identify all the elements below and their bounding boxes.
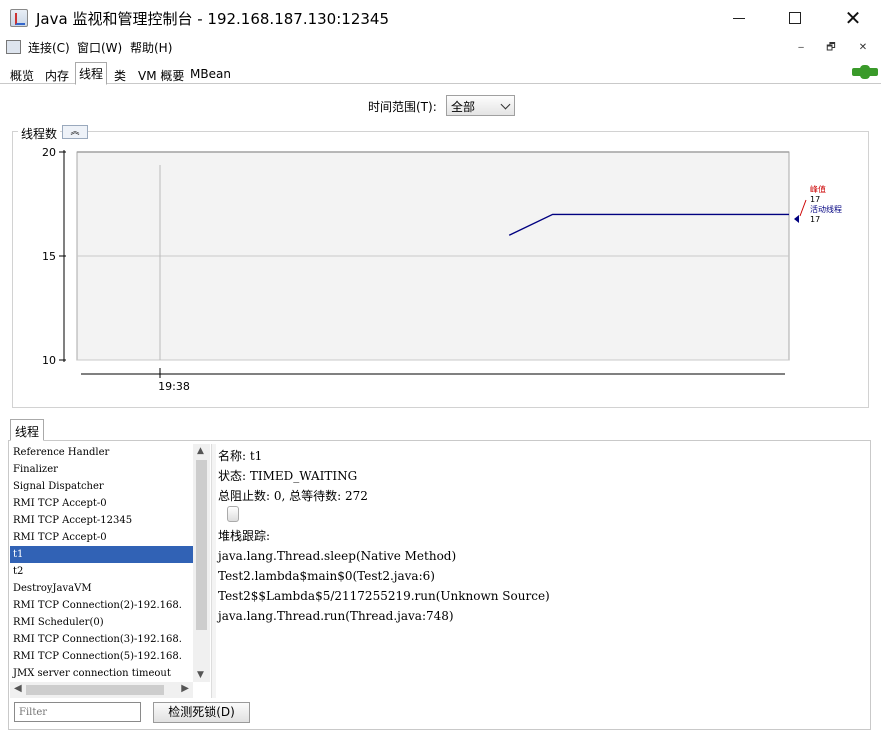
- stack-frame: java.lang.Thread.run(Thread.java:748): [218, 609, 454, 623]
- thread-counts: 总阻止数: 0, 总等待数: 272: [218, 489, 368, 503]
- thread-details: 名称: t1 状态: TIMED_WAITING 总阻止数: 0, 总等待数: …: [218, 446, 868, 626]
- thread-list-vertical-scrollbar[interactable]: ▲ ▼: [193, 444, 210, 682]
- stack-frame: Test2$$Lambda$5/2117255219.run(Unknown S…: [218, 589, 550, 603]
- thread-list-item[interactable]: RMI Scheduler(0): [10, 614, 193, 631]
- scroll-left-icon[interactable]: ◀: [14, 683, 22, 694]
- drag-handle-icon[interactable]: [227, 506, 239, 522]
- legend-peak-pointer: [799, 199, 807, 217]
- thread-list-item[interactable]: JMX server connection timeout: [10, 665, 193, 682]
- thread-count-chart: 20151019:38峰值17活动线程17: [42, 146, 842, 393]
- detect-deadlock-button[interactable]: 检测死锁(D): [153, 702, 250, 723]
- thread-list-item[interactable]: Signal Dispatcher: [10, 478, 193, 495]
- x-tick-label: 19:38: [158, 380, 190, 393]
- thread-list-item[interactable]: Reference Handler: [10, 444, 193, 461]
- stack-frame: Test2.lambda$main$0(Test2.java:6): [218, 569, 435, 583]
- thread-list-item[interactable]: RMI TCP Accept-0: [10, 529, 193, 546]
- thread-list-item[interactable]: RMI TCP Accept-0: [10, 495, 193, 512]
- scroll-up-icon[interactable]: ▲: [197, 446, 204, 456]
- thread-state: 状态: TIMED_WAITING: [218, 469, 358, 483]
- legend-marker-icon: [794, 215, 799, 223]
- tab-threads-list[interactable]: 线程: [10, 419, 44, 441]
- thread-list-item[interactable]: t2: [10, 563, 193, 580]
- thread-name: 名称: t1: [218, 449, 263, 463]
- thread-list-item[interactable]: t1: [10, 546, 193, 563]
- legend-peak-value: 17: [810, 195, 820, 204]
- thread-list-item[interactable]: RMI TCP Connection(5)-192.168.: [10, 648, 193, 665]
- scroll-right-icon[interactable]: ▶: [181, 683, 189, 694]
- thread-list-item[interactable]: DestroyJavaVM: [10, 580, 193, 597]
- thread-list-item[interactable]: RMI TCP Connection(2)-192.168.: [10, 597, 193, 614]
- thread-list[interactable]: Reference Handler Finalizer Signal Dispatc…: [10, 444, 193, 682]
- thread-list-item[interactable]: RMI TCP Accept-12345: [10, 512, 193, 529]
- filter-input[interactable]: [14, 702, 141, 722]
- scroll-down-icon[interactable]: ▼: [197, 670, 204, 680]
- thread-list-item[interactable]: RMI TCP Connection(3)-192.168.: [10, 631, 193, 648]
- y-tick-label: 20: [42, 146, 56, 159]
- scrollbar-thumb[interactable]: [196, 460, 207, 630]
- legend-active-label: 活动线程: [810, 204, 842, 214]
- legend-peak-label: 峰值: [810, 184, 826, 194]
- scrollbar-thumb[interactable]: [26, 685, 164, 695]
- y-tick-label: 15: [42, 250, 56, 263]
- y-tick-label: 10: [42, 354, 56, 367]
- stack-frame: java.lang.Thread.sleep(Native Method): [218, 549, 457, 563]
- thread-list-item[interactable]: Finalizer: [10, 461, 193, 478]
- legend-active-value: 17: [810, 215, 820, 224]
- thread-list-horizontal-scrollbar[interactable]: ◀ ▶: [10, 682, 193, 698]
- split-pane-divider[interactable]: [211, 444, 216, 698]
- stack-trace-label: 堆栈跟踪:: [218, 529, 271, 543]
